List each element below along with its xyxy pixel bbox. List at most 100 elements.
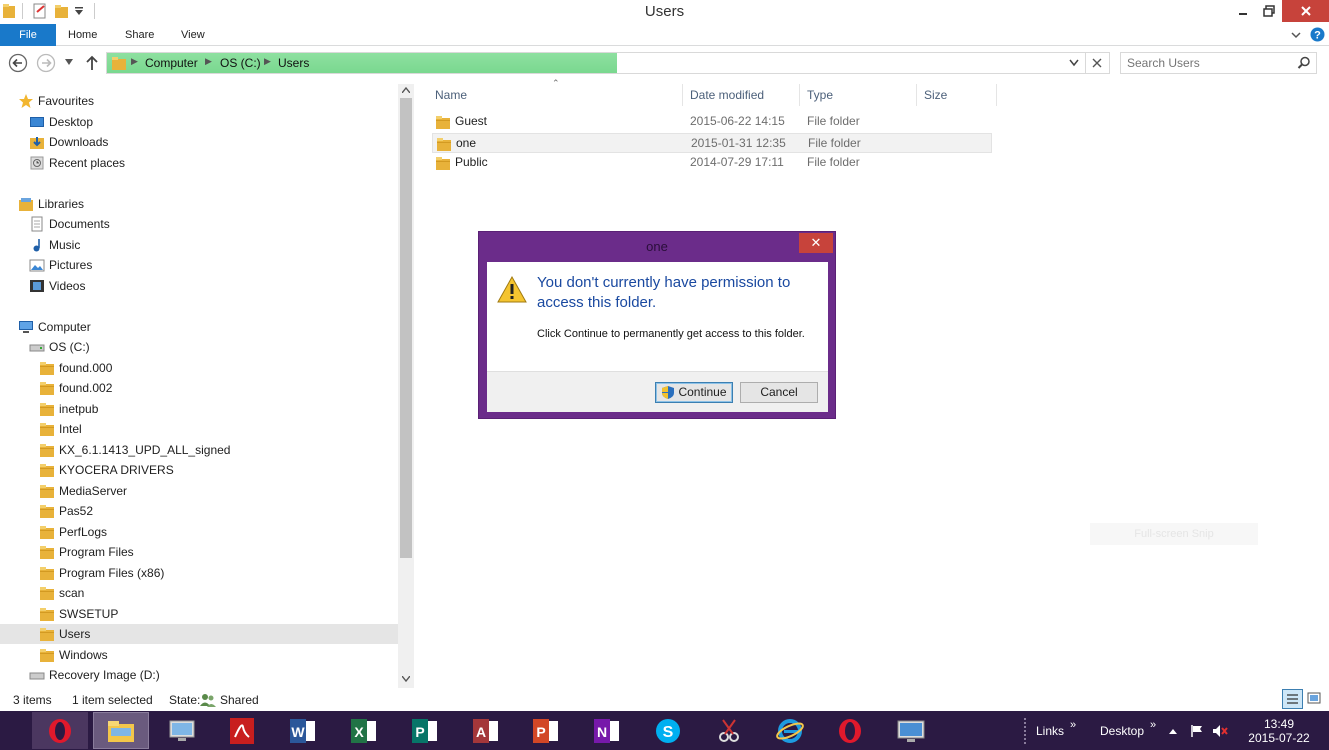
nav-folder-item[interactable]: Pas52 [39, 501, 93, 521]
scrollbar-thumb[interactable] [400, 98, 412, 558]
volume-muted-icon[interactable] [1212, 711, 1228, 750]
restore-button[interactable] [1256, 0, 1282, 22]
title-bar: Users [0, 0, 1329, 24]
folder-icon [39, 524, 55, 540]
tab-file[interactable]: File [0, 24, 56, 46]
file-row[interactable]: one 2015-01-31 12:35 File folder [432, 132, 992, 153]
nav-item-desktop[interactable]: Desktop [29, 112, 93, 132]
tab-share[interactable]: Share [125, 24, 154, 46]
nav-folder-item[interactable]: KX_6.1.1413_UPD_ALL_signed [39, 440, 230, 460]
links-toolbar[interactable]: Links » [1036, 711, 1076, 750]
scroll-down-icon[interactable] [402, 676, 410, 682]
search-input[interactable] [1127, 54, 1297, 72]
address-history-icon[interactable] [1069, 59, 1079, 67]
taskbar-app-internet-explorer[interactable] [762, 712, 818, 749]
taskbar-app-file-explorer[interactable] [92, 712, 149, 749]
dialog-close-button[interactable]: ✕ [799, 233, 833, 253]
expand-ribbon-icon[interactable] [1290, 29, 1302, 41]
file-row[interactable]: Public 2014-07-29 17:11 File folder [432, 153, 992, 173]
address-bar[interactable]: ▶ Computer ▶ OS (C:) ▶ Users [106, 52, 1110, 74]
breadcrumb-os-c[interactable]: OS (C:) [220, 56, 261, 70]
nav-folder-item[interactable]: scan [39, 583, 84, 603]
nav-folder-item[interactable]: Program Files (x86) [39, 563, 164, 583]
column-header-type[interactable]: Type [807, 84, 833, 106]
nav-folder-item[interactable]: SWSETUP [39, 604, 118, 624]
nav-folder-item[interactable]: PerfLogs [39, 522, 107, 542]
close-button[interactable] [1282, 0, 1329, 22]
nav-libraries[interactable]: Libraries [18, 194, 84, 214]
back-button[interactable] [8, 53, 28, 73]
nav-folder-item[interactable]: Program Files [39, 542, 134, 562]
search-box[interactable] [1120, 52, 1317, 74]
nav-item-pictures[interactable]: Pictures [29, 255, 92, 275]
details-view-icon[interactable] [1282, 689, 1303, 709]
nav-folder-item[interactable]: KYOCERA DRIVERS [39, 460, 174, 480]
cancel-button[interactable]: Cancel [740, 382, 818, 403]
taskbar: W X P A P N S Links » Desktop » 13:49 2015-07-… [0, 711, 1329, 750]
nav-item-recent-places[interactable]: Recent places [29, 153, 125, 173]
taskbar-app-opera[interactable] [822, 712, 878, 749]
file-type-cell: File folder [807, 114, 860, 128]
svg-text:S: S [663, 724, 674, 741]
taskbar-app-word[interactable]: W [275, 712, 331, 749]
svg-text:?: ? [1314, 30, 1321, 42]
taskbar-app-publisher[interactable]: P [397, 712, 453, 749]
file-row[interactable]: Guest 2015-06-22 14:15 File folder [432, 112, 992, 132]
nav-computer[interactable]: Computer [18, 317, 91, 337]
taskbar-app-onenote[interactable]: N [579, 712, 635, 749]
nav-item-videos[interactable]: Videos [29, 276, 85, 296]
nav-scrollbar[interactable] [398, 84, 414, 688]
breadcrumb-computer[interactable]: Computer [145, 56, 198, 70]
nav-folder-item[interactable]: found.002 [39, 378, 112, 398]
nav-drive-d[interactable]: Recovery Image (D:) [29, 665, 160, 685]
nav-folder-item[interactable]: MediaServer [39, 481, 127, 501]
scroll-up-icon[interactable] [402, 87, 410, 93]
taskbar-app-powerpoint[interactable]: P [518, 712, 574, 749]
minimize-button[interactable] [1230, 0, 1256, 22]
nav-folder-item[interactable]: Intel [39, 419, 82, 439]
breadcrumb-separator[interactable]: ▶ [205, 56, 212, 67]
nav-item-music[interactable]: Music [29, 235, 80, 255]
item-count: 3 items [13, 693, 52, 707]
help-icon[interactable]: ? [1310, 27, 1325, 42]
taskbar-app-acrobat[interactable] [214, 712, 270, 749]
breadcrumb-users[interactable]: Users [278, 56, 309, 70]
nav-folder-item[interactable]: found.000 [39, 358, 112, 378]
breadcrumb-separator[interactable]: ▶ [264, 56, 271, 67]
taskbar-app-skype[interactable]: S [640, 712, 696, 749]
nav-drive-c[interactable]: OS (C:) [29, 337, 90, 357]
nav-folder-item[interactable]: inetpub [39, 399, 98, 419]
breadcrumb-separator[interactable]: ▶ [131, 56, 138, 67]
taskbar-app-snipping-tool[interactable] [701, 712, 757, 749]
recent-locations-icon[interactable] [64, 58, 74, 66]
nav-item-downloads[interactable]: Downloads [29, 132, 108, 152]
up-arrow-icon[interactable] [84, 54, 100, 72]
forward-button[interactable] [36, 53, 56, 73]
desktop-toolbar[interactable]: Desktop » [1100, 711, 1156, 750]
show-hidden-icons-icon[interactable] [1168, 711, 1178, 750]
nav-folder-item[interactable]: Windows [39, 645, 108, 665]
drive-icon [29, 672, 45, 680]
taskbar-app-access[interactable]: A [458, 712, 514, 749]
shared-users-icon [200, 692, 216, 708]
nav-folder-item[interactable]: Users [0, 624, 398, 644]
nav-favourites[interactable]: Favourites [18, 91, 94, 111]
search-icon[interactable] [1297, 56, 1311, 70]
continue-button[interactable]: Continue [655, 382, 733, 403]
clear-address-icon[interactable] [1092, 58, 1102, 68]
large-icons-view-icon[interactable] [1306, 690, 1322, 706]
taskbar-app-excel[interactable]: X [336, 712, 392, 749]
tab-view[interactable]: View [181, 24, 205, 46]
taskbar-app-remote-desktop[interactable] [883, 712, 939, 749]
file-name-cell: Guest [455, 114, 488, 128]
clock[interactable]: 13:49 2015-07-22 [1240, 711, 1318, 750]
taskbar-app-control-panel[interactable] [154, 712, 210, 749]
column-header-date[interactable]: Date modified [690, 84, 764, 106]
action-center-flag-icon[interactable] [1190, 711, 1204, 750]
drive-icon [29, 344, 45, 352]
column-header-size[interactable]: Size [924, 84, 947, 106]
column-header-name[interactable]: Name [435, 84, 467, 106]
taskbar-app-opera[interactable] [32, 712, 88, 749]
nav-item-documents[interactable]: Documents [29, 214, 110, 234]
tab-home[interactable]: Home [68, 24, 97, 46]
